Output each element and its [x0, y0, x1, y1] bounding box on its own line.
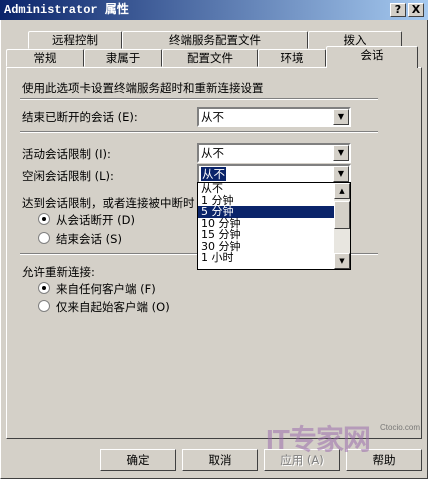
- reconnect-label: 允许重新连接:: [22, 265, 95, 279]
- chevron-down-icon[interactable]: ▼: [333, 109, 349, 125]
- watermark-url: Ctocio.com: [380, 423, 421, 432]
- radio-origin-client[interactable]: [38, 300, 50, 312]
- separator: [20, 131, 378, 133]
- radio-origin-client-label: 仅来自起始客户端 (O): [56, 300, 170, 314]
- description-text: 使用此选项卡设置终端服务超时和重新连接设置: [22, 81, 264, 95]
- radio-end-session[interactable]: [38, 232, 50, 244]
- tab-ts-profile[interactable]: 终端服务配置文件: [122, 31, 308, 49]
- tab-general[interactable]: 常规: [6, 49, 84, 67]
- chevron-down-icon[interactable]: ▼: [333, 145, 349, 161]
- radio-disconnect[interactable]: [38, 213, 50, 225]
- cancel-button[interactable]: 取消: [182, 449, 258, 471]
- dropdown-scrollbar[interactable]: ▲ ▼: [334, 183, 350, 269]
- window-title: Administrator 属性: [4, 3, 129, 17]
- radio-any-client-label: 来自任何客户端 (F): [56, 282, 156, 296]
- separator: [20, 98, 378, 100]
- tab-label: 拨入: [343, 33, 367, 47]
- idle-limit-label: 空闲会话限制 (L):: [22, 169, 114, 183]
- scroll-down-icon[interactable]: ▼: [334, 253, 350, 269]
- radio-any-client[interactable]: [38, 282, 50, 294]
- select-value: 从不: [201, 146, 224, 160]
- disconnected-select[interactable]: 从不 ▼: [197, 107, 351, 127]
- active-limit-select[interactable]: 从不 ▼: [197, 143, 351, 163]
- active-limit-label: 活动会话限制 (I):: [22, 147, 111, 161]
- tab-environment[interactable]: 环境: [258, 49, 326, 67]
- scroll-thumb[interactable]: [334, 201, 350, 229]
- help-icon[interactable]: ?: [390, 3, 406, 17]
- idle-limit-select[interactable]: 从不 ▼: [197, 164, 351, 184]
- tab-label: 配置文件: [187, 51, 233, 65]
- tab-label: 环境: [280, 51, 304, 65]
- tab-label: 隶属于: [105, 51, 141, 65]
- dropdown-item[interactable]: 15 分钟: [198, 229, 350, 241]
- tab-label: 常规: [33, 51, 57, 65]
- tab-label: 会话: [360, 48, 384, 62]
- watermark-logo: IT专家网: [266, 424, 371, 455]
- radio-disconnect-label: 从会话断开 (D): [56, 213, 135, 227]
- dropdown-item-highlighted[interactable]: 5 分钟: [198, 206, 350, 218]
- tab-sessions[interactable]: 会话: [326, 46, 418, 68]
- close-icon[interactable]: X: [408, 3, 424, 17]
- disconnected-label: 结束已断开的会话 (E):: [22, 110, 138, 124]
- select-value: 从不: [201, 167, 226, 181]
- dropdown-item[interactable]: 1 小时: [198, 252, 350, 264]
- tab-profile[interactable]: 配置文件: [162, 49, 258, 67]
- limit-action-label: 达到会话限制，或者连接被中断时: [22, 196, 195, 210]
- select-value: 从不: [201, 110, 224, 124]
- ok-button[interactable]: 确定: [100, 449, 176, 471]
- title-bar: Administrator 属性: [0, 0, 428, 20]
- tab-remote-control[interactable]: 远程控制: [28, 31, 122, 49]
- tab-member-of[interactable]: 隶属于: [84, 49, 162, 67]
- radio-end-session-label: 结束会话 (S): [56, 232, 122, 246]
- tab-label: 远程控制: [52, 33, 98, 47]
- tab-label: 终端服务配置文件: [169, 33, 261, 47]
- idle-limit-dropdown-list[interactable]: 从不 1 分钟 5 分钟 10 分钟 15 分钟 30 分钟 1 小时 ▲ ▼: [197, 182, 351, 270]
- chevron-down-icon[interactable]: ▼: [333, 166, 349, 182]
- scroll-up-icon[interactable]: ▲: [334, 183, 350, 199]
- dropdown-item[interactable]: 从不: [198, 183, 350, 195]
